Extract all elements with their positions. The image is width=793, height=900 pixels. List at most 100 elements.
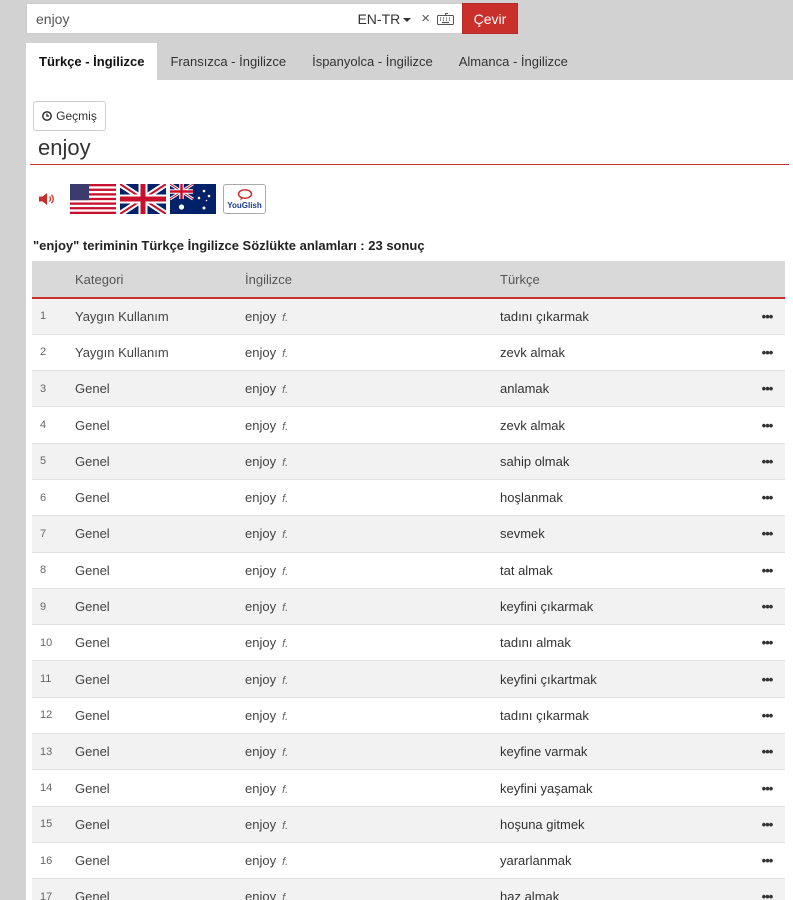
table-row: 13 Genel enjoy f. keyfine varmak ••• <box>32 733 785 770</box>
row-english: enjoy f. <box>245 516 500 552</box>
turkish-term-link[interactable]: zevk almak <box>500 345 565 360</box>
turkish-term-link[interactable]: hoşlanmak <box>500 490 563 505</box>
tab-french-english[interactable]: Fransızca - İngilizce <box>157 43 299 80</box>
english-term-link[interactable]: enjoy <box>245 744 276 759</box>
header-category: Kategori <box>75 271 124 287</box>
keyboard-icon[interactable] <box>437 12 454 25</box>
turkish-term-link[interactable]: tat almak <box>500 563 553 578</box>
more-options-icon[interactable]: ••• <box>749 734 785 770</box>
turkish-term-link[interactable]: keyfine varmak <box>500 744 587 759</box>
english-term-link[interactable]: enjoy <box>245 853 276 868</box>
turkish-term-link[interactable]: keyfini çıkartmak <box>500 672 597 687</box>
english-term-link[interactable]: enjoy <box>245 345 276 360</box>
english-term-link[interactable]: enjoy <box>245 635 276 650</box>
turkish-term-link[interactable]: zevk almak <box>500 418 565 433</box>
row-english: enjoy f. <box>245 625 500 661</box>
english-term-link[interactable]: enjoy <box>245 781 276 796</box>
turkish-term-link[interactable]: tadını almak <box>500 635 571 650</box>
clear-icon[interactable]: × <box>421 10 430 27</box>
results-table: Kategori İngilizce Türkçe 1 Yaygın Kullan… <box>32 261 785 900</box>
row-turkish: yararlanmak <box>500 842 749 878</box>
more-options-icon[interactable]: ••• <box>749 588 785 624</box>
english-term-link[interactable]: enjoy <box>245 599 276 614</box>
more-options-icon[interactable]: ••• <box>749 407 785 443</box>
turkish-term-link[interactable]: haz almak <box>500 889 559 900</box>
row-number: 5 <box>40 455 47 468</box>
row-turkish: tadını çıkarmak <box>500 697 749 733</box>
more-options-icon[interactable]: ••• <box>749 879 785 900</box>
row-number: 17 <box>40 890 53 900</box>
english-term-link[interactable]: enjoy <box>245 563 276 578</box>
row-number: 2 <box>40 346 47 359</box>
turkish-term-link[interactable]: tadını çıkarmak <box>500 309 589 324</box>
more-options-icon[interactable]: ••• <box>749 298 785 334</box>
more-options-icon[interactable]: ••• <box>749 371 785 407</box>
english-term-link[interactable]: enjoy <box>245 309 276 324</box>
row-number: 9 <box>40 600 47 613</box>
turkish-term-link[interactable]: tadını çıkarmak <box>500 708 589 723</box>
row-category: Genel <box>75 635 110 651</box>
tab-german-english[interactable]: Almanca - İngilizce <box>446 43 581 80</box>
row-number: 12 <box>40 709 53 722</box>
row-turkish: tat almak <box>500 552 749 588</box>
youglish-button[interactable]: YouGlish <box>223 184 266 214</box>
tab-turkish-english[interactable]: Türkçe - İngilizce <box>26 43 158 80</box>
row-turkish: keyfini yaşamak <box>500 770 749 806</box>
row-category: Genel <box>75 562 110 578</box>
more-options-icon[interactable]: ••• <box>749 516 785 552</box>
clock-icon <box>42 111 53 121</box>
english-term-link[interactable]: enjoy <box>245 889 276 900</box>
more-options-icon[interactable]: ••• <box>749 443 785 479</box>
header-english: İngilizce <box>245 271 292 287</box>
row-category: Genel <box>75 671 110 687</box>
youglish-label: YouGlish <box>227 200 262 210</box>
table-row: 6 Genel enjoy f. hoşlanmak ••• <box>32 479 785 516</box>
row-number: 1 <box>40 310 47 323</box>
more-options-icon[interactable]: ••• <box>749 806 785 842</box>
table-row: 16 Genel enjoy f. yararlanmak ••• <box>32 842 785 879</box>
english-term-link[interactable]: enjoy <box>245 708 276 723</box>
row-english: enjoy f. <box>245 371 500 407</box>
english-term-link[interactable]: enjoy <box>245 454 276 469</box>
row-category: Genel <box>75 707 110 723</box>
more-options-icon[interactable]: ••• <box>749 552 785 588</box>
search-input[interactable] <box>36 10 358 27</box>
turkish-term-link[interactable]: sahip olmak <box>500 454 569 469</box>
turkish-term-link[interactable]: anlamak <box>500 381 549 396</box>
english-term-link[interactable]: enjoy <box>245 490 276 505</box>
english-term-link[interactable]: enjoy <box>245 418 276 433</box>
tab-spanish-english[interactable]: İspanyolca - İngilizce <box>299 43 446 80</box>
row-english: enjoy f. <box>245 443 500 479</box>
turkish-term-link[interactable]: sevmek <box>500 526 545 541</box>
english-term-link[interactable]: enjoy <box>245 526 276 541</box>
divider <box>30 164 789 165</box>
uk-flag-icon[interactable] <box>120 184 166 214</box>
turkish-term-link[interactable]: hoşuna gitmek <box>500 817 585 832</box>
more-options-icon[interactable]: ••• <box>749 334 785 370</box>
us-flag-icon[interactable] <box>70 184 116 214</box>
speaker-icon[interactable] <box>38 192 56 206</box>
australia-flag-icon[interactable] <box>170 184 216 214</box>
row-turkish: anlamak <box>500 371 749 407</box>
table-row: 7 Genel enjoy f. sevmek ••• <box>32 515 785 553</box>
more-options-icon[interactable]: ••• <box>749 479 785 515</box>
history-button[interactable]: Geçmiş <box>33 101 106 131</box>
more-options-icon[interactable]: ••• <box>749 661 785 697</box>
turkish-term-link[interactable]: yararlanmak <box>500 853 572 868</box>
more-options-icon[interactable]: ••• <box>749 842 785 878</box>
english-term-link[interactable]: enjoy <box>245 381 276 396</box>
language-select[interactable]: EN-TR <box>357 11 412 27</box>
dictionary-tabs: Türkçe - İngilizce Fransızca - İngilizce… <box>26 43 581 80</box>
english-term-link[interactable]: enjoy <box>245 672 276 687</box>
row-number: 11 <box>40 673 52 686</box>
more-options-icon[interactable]: ••• <box>749 770 785 806</box>
table-row: 1 Yaygın Kullanım enjoy f. tadını çıkarmak ••… <box>32 298 785 335</box>
turkish-term-link[interactable]: keyfini çıkarmak <box>500 599 593 614</box>
english-term-link[interactable]: enjoy <box>245 817 276 832</box>
more-options-icon[interactable]: ••• <box>749 625 785 661</box>
part-of-speech: f. <box>282 747 289 760</box>
turkish-term-link[interactable]: keyfini yaşamak <box>500 781 592 796</box>
translate-button[interactable]: Çevir <box>462 3 518 34</box>
row-number: 4 <box>40 419 47 432</box>
more-options-icon[interactable]: ••• <box>749 697 785 733</box>
